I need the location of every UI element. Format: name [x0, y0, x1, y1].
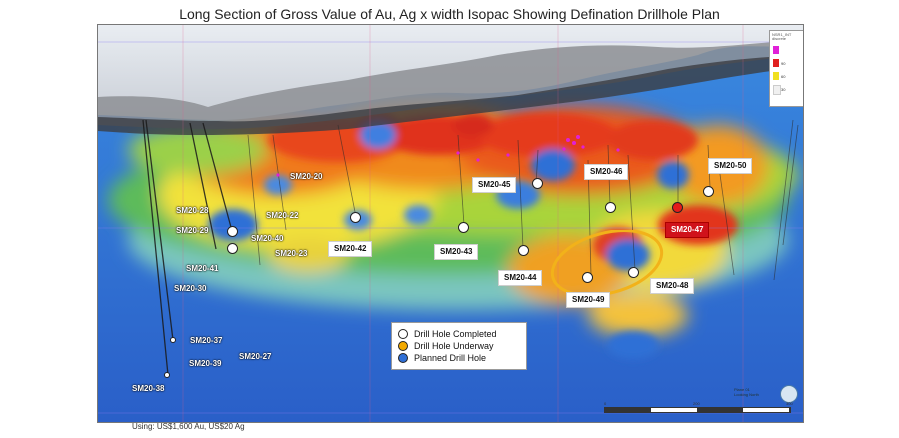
legend-row-planned: Planned Drill Hole: [398, 353, 520, 363]
drill-hole-sm20-50-marker[interactable]: [703, 186, 714, 197]
map-title: Long Section of Gross Value of Au, Ag x …: [179, 6, 720, 22]
scale-swatch-magenta: [773, 46, 779, 54]
drill-hole-sm20-38-marker[interactable]: [164, 372, 170, 378]
scale-bar: [604, 407, 791, 413]
label-sm20-22: SM20-22: [266, 211, 299, 220]
label-sm20-40: SM20-40: [251, 234, 284, 243]
scale-num-200: 200: [693, 401, 700, 406]
scale-swatch-yellow: [773, 72, 779, 80]
label-sm20-20: SM20-20: [290, 172, 323, 181]
label-sm20-47: SM20-47: [665, 222, 710, 238]
legend-planned-label: Planned Drill Hole: [414, 353, 487, 363]
label-sm20-27: SM20-27: [239, 352, 272, 361]
label-sm20-43: SM20-43: [434, 244, 479, 260]
label-sm20-42: SM20-42: [328, 241, 373, 257]
scale-label-white: 30: [781, 87, 786, 92]
scale-num-300: 300: [786, 401, 793, 406]
label-sm20-44: SM20-44: [498, 270, 543, 286]
drill-status-legend: Drill Hole Completed Drill Hole Underway…: [391, 322, 527, 370]
underway-dot-icon: [398, 341, 408, 351]
scale-label-yellow: 60: [781, 74, 786, 79]
scale-swatch-red: [773, 59, 779, 67]
label-sm20-48: SM20-48: [650, 278, 695, 294]
label-sm20-49: SM20-49: [566, 292, 611, 308]
scale-swatch-white: [773, 85, 781, 95]
underway-target-ellipse: [550, 230, 664, 296]
drill-hole-sm20-45-marker[interactable]: [532, 178, 543, 189]
scale-legend-title: NSR1_INT discrete: [772, 33, 791, 41]
drill-hole-sm20-41-marker[interactable]: [227, 243, 238, 254]
label-sm20-41: SM20-41: [186, 264, 219, 273]
scale-num-0: 0: [604, 401, 607, 406]
drill-hole-sm20-46-marker[interactable]: [605, 202, 616, 213]
drill-hole-sm20-37-marker[interactable]: [170, 337, 176, 343]
label-sm20-46: SM20-46: [584, 164, 629, 180]
scale-title-line2: discrete: [772, 36, 787, 41]
nsr-scale-legend: NSR1_INT discrete 90 60 30: [769, 30, 803, 107]
completed-dot-icon: [398, 329, 408, 339]
drill-hole-sm20-43-marker[interactable]: [458, 222, 469, 233]
label-sm20-37: SM20-37: [190, 336, 223, 345]
label-sm20-30: SM20-30: [174, 284, 207, 293]
legend-completed-label: Drill Hole Completed: [414, 329, 497, 339]
label-sm20-50: SM20-50: [708, 158, 753, 174]
scale-label-red: 90: [781, 61, 786, 66]
drill-hole-sm20-42-marker[interactable]: [350, 212, 361, 223]
orientation-note: Plane 01 Looking North: [734, 387, 774, 397]
legend-row-completed: Drill Hole Completed: [398, 329, 520, 339]
label-sm20-29: SM20-29: [176, 226, 209, 235]
label-sm20-45: SM20-45: [472, 177, 517, 193]
label-sm20-38: SM20-38: [132, 384, 165, 393]
label-sm20-28: SM20-28: [176, 206, 209, 215]
planned-dot-icon: [398, 353, 408, 363]
drill-hole-sm20-44-marker[interactable]: [518, 245, 529, 256]
legend-underway-label: Drill Hole Underway: [414, 341, 494, 351]
drill-hole-sm20-29-marker[interactable]: [227, 226, 238, 237]
drill-hole-sm20-47-marker[interactable]: [672, 202, 683, 213]
price-footnote: Using: US$1,600 Au, US$20 Ag: [132, 422, 245, 431]
label-sm20-39: SM20-39: [189, 359, 222, 368]
orientation-line2: Looking North: [734, 392, 759, 397]
label-sm20-23: SM20-23: [275, 249, 308, 258]
legend-row-underway: Drill Hole Underway: [398, 341, 520, 351]
